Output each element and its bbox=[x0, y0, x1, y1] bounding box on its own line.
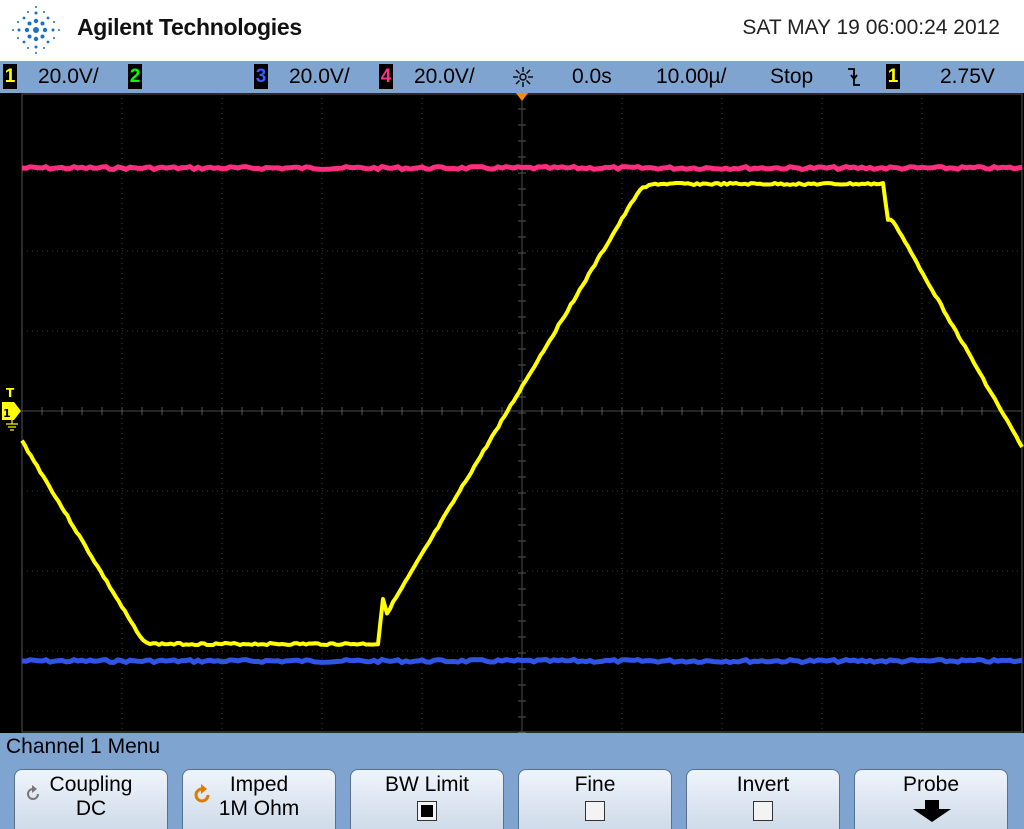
channel-1-badge[interactable]: 1 bbox=[3, 64, 17, 89]
invert-softkey[interactable]: Invert bbox=[686, 769, 840, 829]
menu-title-bar: Channel 1 Menu bbox=[0, 733, 1024, 761]
probe-label: Probe bbox=[902, 773, 960, 796]
invert-checkbox[interactable] bbox=[753, 801, 773, 821]
menu-title: Channel 1 Menu bbox=[6, 735, 161, 758]
date-time: SAT MAY 19 06:00:24 2012 bbox=[742, 16, 1000, 39]
trigger-delay-icon bbox=[513, 67, 533, 87]
imped-label: Imped bbox=[229, 773, 289, 796]
down-arrow-icon bbox=[913, 800, 951, 822]
channel-marker-number: 1 bbox=[3, 407, 11, 420]
probe-softkey[interactable]: Probe bbox=[854, 769, 1008, 829]
falling-edge-icon bbox=[848, 68, 860, 86]
waveform-display[interactable]: 1 T bbox=[0, 93, 1024, 733]
trigger-position-marker[interactable] bbox=[516, 93, 528, 101]
trigger-level-marker[interactable]: T bbox=[6, 386, 15, 400]
run-state[interactable]: Stop bbox=[770, 64, 813, 89]
coupling-softkey[interactable]: Coupling DC bbox=[14, 769, 168, 829]
imped-value: 1M Ohm bbox=[218, 797, 300, 820]
status-bar: 1 20.0V/ 2 3 20.0V/ 4 20.0V/ 0.0s 10.00µ… bbox=[0, 61, 1024, 93]
coupling-value: DC bbox=[75, 797, 107, 820]
channel-3-trace bbox=[21, 656, 1023, 666]
imped-softkey[interactable]: Imped 1M Ohm bbox=[182, 769, 336, 829]
coupling-label: Coupling bbox=[49, 773, 133, 796]
fine-checkbox[interactable] bbox=[585, 801, 605, 821]
timebase-value: 10.00µ/ bbox=[656, 65, 727, 88]
brand-name: Agilent Technologies bbox=[77, 14, 302, 40]
bw-limit-checkbox[interactable] bbox=[417, 801, 437, 821]
fine-label: Fine bbox=[574, 773, 616, 796]
invert-label: Invert bbox=[736, 773, 790, 796]
waveform-graticule: 1 T bbox=[2, 93, 1024, 733]
softkey-bar: Coupling DC Imped 1M Ohm BW Limit Fine I… bbox=[0, 761, 1024, 829]
ground-icon bbox=[6, 419, 18, 431]
delay-value: 0.0s bbox=[572, 65, 612, 88]
header-bar: Agilent Technologies SAT MAY 19 06:00:24… bbox=[0, 0, 1024, 61]
agilent-spark-icon bbox=[12, 6, 60, 54]
channel-1-scale: 20.0V/ bbox=[38, 65, 99, 88]
bw-limit-label: BW Limit bbox=[385, 773, 469, 796]
trigger-level: 2.75V bbox=[940, 65, 995, 88]
trigger-source-badge[interactable]: 1 bbox=[886, 64, 900, 89]
channel-3-scale: 20.0V/ bbox=[289, 65, 350, 88]
graticule-grid bbox=[21, 93, 1023, 733]
fine-softkey[interactable]: Fine bbox=[518, 769, 672, 829]
channel-4-badge[interactable]: 4 bbox=[379, 64, 393, 89]
channel-2-badge[interactable]: 2 bbox=[128, 64, 142, 89]
channel-1-ground-marker[interactable]: 1 bbox=[2, 402, 21, 420]
channel-4-trace bbox=[21, 163, 1023, 173]
channel-4-scale: 20.0V/ bbox=[414, 65, 475, 88]
bw-limit-softkey[interactable]: BW Limit bbox=[350, 769, 504, 829]
channel-3-badge[interactable]: 3 bbox=[254, 64, 268, 89]
